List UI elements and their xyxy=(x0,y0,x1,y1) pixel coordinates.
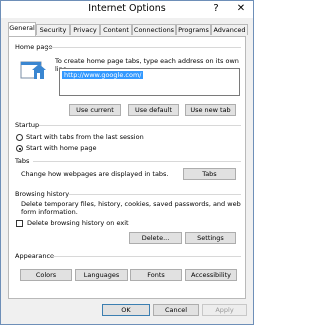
use-new-tab-button[interactable]: Use new tab xyxy=(185,104,236,116)
home-page-textarea[interactable]: http://www.google.com/ xyxy=(59,68,240,96)
tabs-description: Change how webpages are displayed in tab… xyxy=(21,170,169,178)
startup-section-label: Startup xyxy=(15,121,40,129)
cancel-button[interactable]: Cancel xyxy=(153,304,199,316)
tabs-button[interactable]: Tabs xyxy=(183,168,236,180)
appearance-section-label: Appearance xyxy=(15,252,55,260)
home-page-icon xyxy=(20,61,46,79)
browsing-history-description-line1: Delete temporary files, history, cookies… xyxy=(21,200,241,208)
browsing-history-section-label: Browsing history xyxy=(15,190,70,198)
use-default-button[interactable]: Use default xyxy=(128,104,179,116)
tab-security[interactable]: Security xyxy=(36,24,70,35)
languages-button[interactable]: Languages xyxy=(75,269,128,281)
startup-last-session-label[interactable]: Start with tabs from the last session xyxy=(26,133,144,141)
startup-home-page-label[interactable]: Start with home page xyxy=(26,144,97,152)
tab-general[interactable]: General xyxy=(8,22,36,36)
colors-button[interactable]: Colors xyxy=(20,269,72,281)
delete-on-exit-checkbox[interactable] xyxy=(16,220,23,227)
use-current-button[interactable]: Use current xyxy=(69,104,121,116)
fonts-button[interactable]: Fonts xyxy=(130,269,182,281)
tab-content[interactable]: Content xyxy=(100,24,132,35)
apply-button[interactable]: Apply xyxy=(202,304,247,316)
startup-home-page-radio[interactable] xyxy=(16,145,23,152)
tab-advanced[interactable]: Advanced xyxy=(211,24,248,35)
close-button[interactable]: ✕ xyxy=(229,1,253,16)
delete-on-exit-label[interactable]: Delete browsing history on exit xyxy=(27,219,129,227)
ok-button[interactable]: OK xyxy=(102,304,150,316)
browsing-history-description-line2: form information. xyxy=(21,208,78,216)
tabs-divider xyxy=(33,161,241,162)
help-button[interactable]: ? xyxy=(204,1,228,16)
internet-options-window: Internet Options ? ✕ General Security Pr… xyxy=(0,0,254,325)
home-page-divider xyxy=(45,47,241,48)
appearance-divider xyxy=(51,256,241,257)
history-settings-button[interactable]: Settings xyxy=(185,232,236,244)
home-page-url: http://www.google.com/ xyxy=(62,71,144,79)
tab-privacy[interactable]: Privacy xyxy=(70,24,100,35)
startup-last-session-radio[interactable] xyxy=(16,134,23,141)
accessibility-button[interactable]: Accessibility xyxy=(185,269,237,281)
general-tab-panel: Home page To create home page tabs, type… xyxy=(8,36,246,299)
tab-programs[interactable]: Programs xyxy=(176,24,211,35)
startup-divider xyxy=(39,125,241,126)
title-bar[interactable]: Internet Options ? ✕ xyxy=(1,1,253,18)
delete-history-button[interactable]: Delete... xyxy=(129,232,182,244)
tabs-section-label: Tabs xyxy=(15,157,30,165)
tab-connections[interactable]: Connections xyxy=(132,24,176,35)
browsing-history-divider xyxy=(69,194,241,195)
